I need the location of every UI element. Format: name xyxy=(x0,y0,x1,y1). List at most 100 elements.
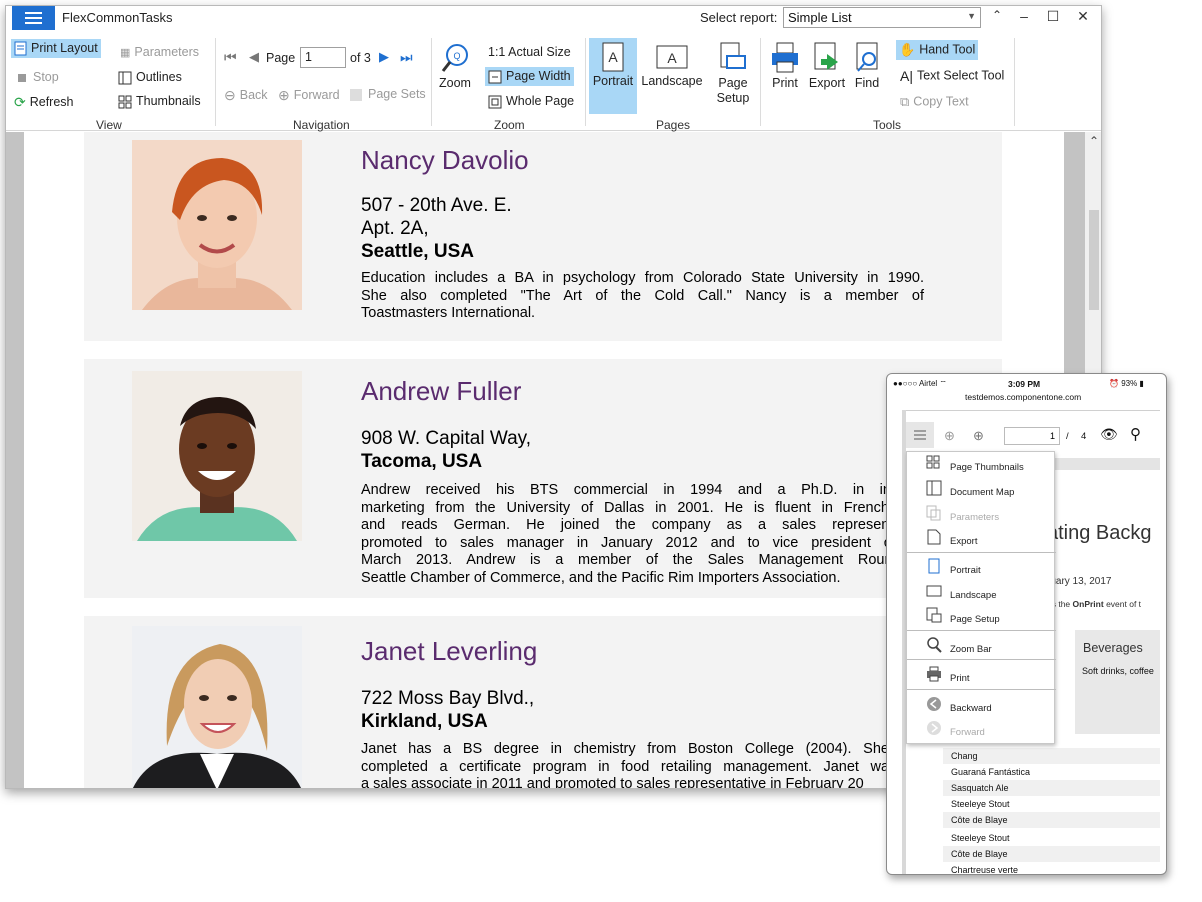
eye-icon[interactable]: 👁 xyxy=(1100,426,1118,443)
text-select-tool-button[interactable]: A| Text Select Tool xyxy=(900,68,1004,84)
thumbnails-icon xyxy=(926,455,940,469)
first-page-icon: ⏮ xyxy=(224,49,237,65)
mobile-prev-page-icon[interactable]: ⊕ xyxy=(944,428,955,444)
page-width-button[interactable]: Page Width xyxy=(485,67,574,86)
menu-item-document-map[interactable]: Document Map xyxy=(907,478,1056,502)
actual-size-button[interactable]: 1:1 Actual Size xyxy=(488,45,571,59)
page-sets-button[interactable]: Page Sets xyxy=(350,87,426,101)
menu-item-portrait[interactable]: Portrait xyxy=(907,556,1056,580)
window-title: FlexCommonTasks xyxy=(62,10,173,25)
page-label: Page xyxy=(266,51,296,65)
category-description: Soft drinks, coffee xyxy=(1082,666,1154,676)
refresh-icon: ⟳ xyxy=(14,94,26,110)
menu-item-export[interactable]: Export xyxy=(907,527,1056,551)
svg-text:A: A xyxy=(667,50,677,66)
list-item: Côte de Blaye xyxy=(943,812,1160,828)
employee-address: 507 - 20th Ave. E. Apt. 2A, Seattle, USA xyxy=(361,195,512,262)
stop-button[interactable]: Stop xyxy=(16,70,59,84)
menu-item-parameters[interactable]: Parameters xyxy=(907,503,1056,527)
forward-button[interactable]: ⊕ Forward xyxy=(278,87,340,104)
forward-icon: ⊕ xyxy=(278,87,290,103)
export-icon xyxy=(814,42,838,70)
menu-item-zoom-bar[interactable]: Zoom Bar xyxy=(907,635,1056,659)
list-item: Sasquatch Ale xyxy=(943,780,1160,796)
zoom-icon: Q xyxy=(441,44,468,72)
mobile-viewer-phone: ●●○○○ Airtel ⌔ 3:09 PM ⏰ 93% ▮ testdemos… xyxy=(886,373,1167,875)
hand-tool-button[interactable]: ✋ Hand Tool xyxy=(896,40,979,60)
mobile-page-input[interactable]: 1 xyxy=(1004,427,1060,445)
page-setup-icon xyxy=(720,42,746,69)
first-page-button[interactable]: ⏮ xyxy=(224,49,237,66)
tools-group-label: Tools xyxy=(873,118,902,132)
menu-item-print[interactable]: Print xyxy=(907,664,1056,688)
scrollbar-thumb[interactable] xyxy=(1089,210,1099,310)
whole-page-button[interactable]: Whole Page xyxy=(488,94,574,109)
employee-bio: Andrew received his BTS commercial in 19… xyxy=(361,482,924,586)
zoom-button[interactable]: Q Zoom xyxy=(436,42,474,90)
menu-item-landscape[interactable]: Landscape xyxy=(907,581,1056,605)
menu-item-page-setup[interactable]: Page Setup xyxy=(907,605,1056,629)
menu-item-forward[interactable]: Forward xyxy=(907,718,1056,742)
select-report-value: Simple List xyxy=(788,10,852,25)
next-page-button[interactable]: ▶ xyxy=(379,49,389,65)
portrait-icon: A xyxy=(602,42,624,72)
parameters-button[interactable]: ▦ Parameters xyxy=(120,45,199,59)
print-icon xyxy=(772,42,798,73)
previous-page-button[interactable]: ◀ xyxy=(249,49,259,65)
url-bar[interactable]: testdemos.componentone.com xyxy=(965,392,1081,402)
backward-icon xyxy=(927,697,941,711)
mobile-menu-button[interactable] xyxy=(906,422,934,448)
scroll-up-icon[interactable]: ⌃ xyxy=(1089,134,1099,148)
mobile-next-page-icon[interactable]: ⊕ xyxy=(973,428,984,444)
separator xyxy=(431,38,432,126)
document-map-icon xyxy=(926,480,942,496)
export-button[interactable]: Export xyxy=(807,42,847,90)
mobile-dropdown-menu: Page Thumbnails Document Map Parameters … xyxy=(906,451,1056,744)
employee-city: Tacoma, USA xyxy=(361,451,483,472)
page-number-input[interactable]: 1 xyxy=(300,47,346,68)
mobile-page-total: 4 xyxy=(1081,431,1087,442)
page-count: of 3 xyxy=(350,51,371,65)
list-item: Steeleye Stout xyxy=(951,799,1010,809)
app-menu-button[interactable] xyxy=(12,6,55,30)
refresh-button[interactable]: ⟳ Refresh xyxy=(14,94,74,111)
outlines-button[interactable]: Outlines xyxy=(118,70,182,85)
report-heading: ating Backg xyxy=(1047,522,1152,544)
view-group-label: View xyxy=(96,118,122,132)
employee-city: Seattle, USA xyxy=(361,241,474,262)
separator xyxy=(760,38,761,126)
zoom-icon xyxy=(927,637,942,653)
mobile-page-separator: / xyxy=(1066,431,1069,442)
parameters-icon xyxy=(926,505,941,521)
search-icon[interactable]: ⚲ xyxy=(1130,425,1141,443)
collapse-ribbon-button[interactable]: ⌃ xyxy=(986,8,1008,22)
menu-item-backward[interactable]: Backward xyxy=(907,694,1056,718)
employee-photo xyxy=(132,626,302,788)
chevron-down-icon: ▼ xyxy=(967,11,976,21)
parameters-icon: ▦ xyxy=(120,47,131,60)
list-item: Chang xyxy=(943,748,1160,764)
portrait-button[interactable]: A Portrait xyxy=(589,38,637,114)
find-button[interactable]: Find xyxy=(850,42,884,90)
last-page-button[interactable]: ⏭ xyxy=(400,49,413,66)
svg-text:Q: Q xyxy=(453,51,460,61)
print-button[interactable]: Print xyxy=(767,42,803,90)
hamburger-icon xyxy=(914,430,926,440)
select-report-dropdown[interactable]: Simple List ▼ xyxy=(783,7,981,28)
page-setup-button[interactable]: Page Setup xyxy=(713,42,753,106)
separator xyxy=(585,38,586,126)
copy-text-button[interactable]: ⧉ Copy Text xyxy=(900,94,969,110)
maximize-button[interactable]: ☐ xyxy=(1042,8,1064,25)
menu-item-page-thumbnails[interactable]: Page Thumbnails xyxy=(907,453,1056,477)
thumbnails-button[interactable]: Thumbnails xyxy=(118,94,201,109)
select-report-label: Select report: xyxy=(700,10,778,25)
landscape-button[interactable]: A Landscape xyxy=(640,42,704,88)
back-button[interactable]: ⊖ Back xyxy=(224,87,268,104)
portrait-icon xyxy=(928,558,940,574)
text-cursor-icon: A| xyxy=(900,68,913,84)
minimize-button[interactable]: – xyxy=(1013,8,1035,24)
close-button[interactable]: ✕ xyxy=(1072,8,1094,25)
print-layout-button[interactable]: Print Layout xyxy=(11,39,101,59)
employee-name: Janet Leverling xyxy=(361,636,538,666)
previous-page-icon: ◀ xyxy=(249,49,259,64)
